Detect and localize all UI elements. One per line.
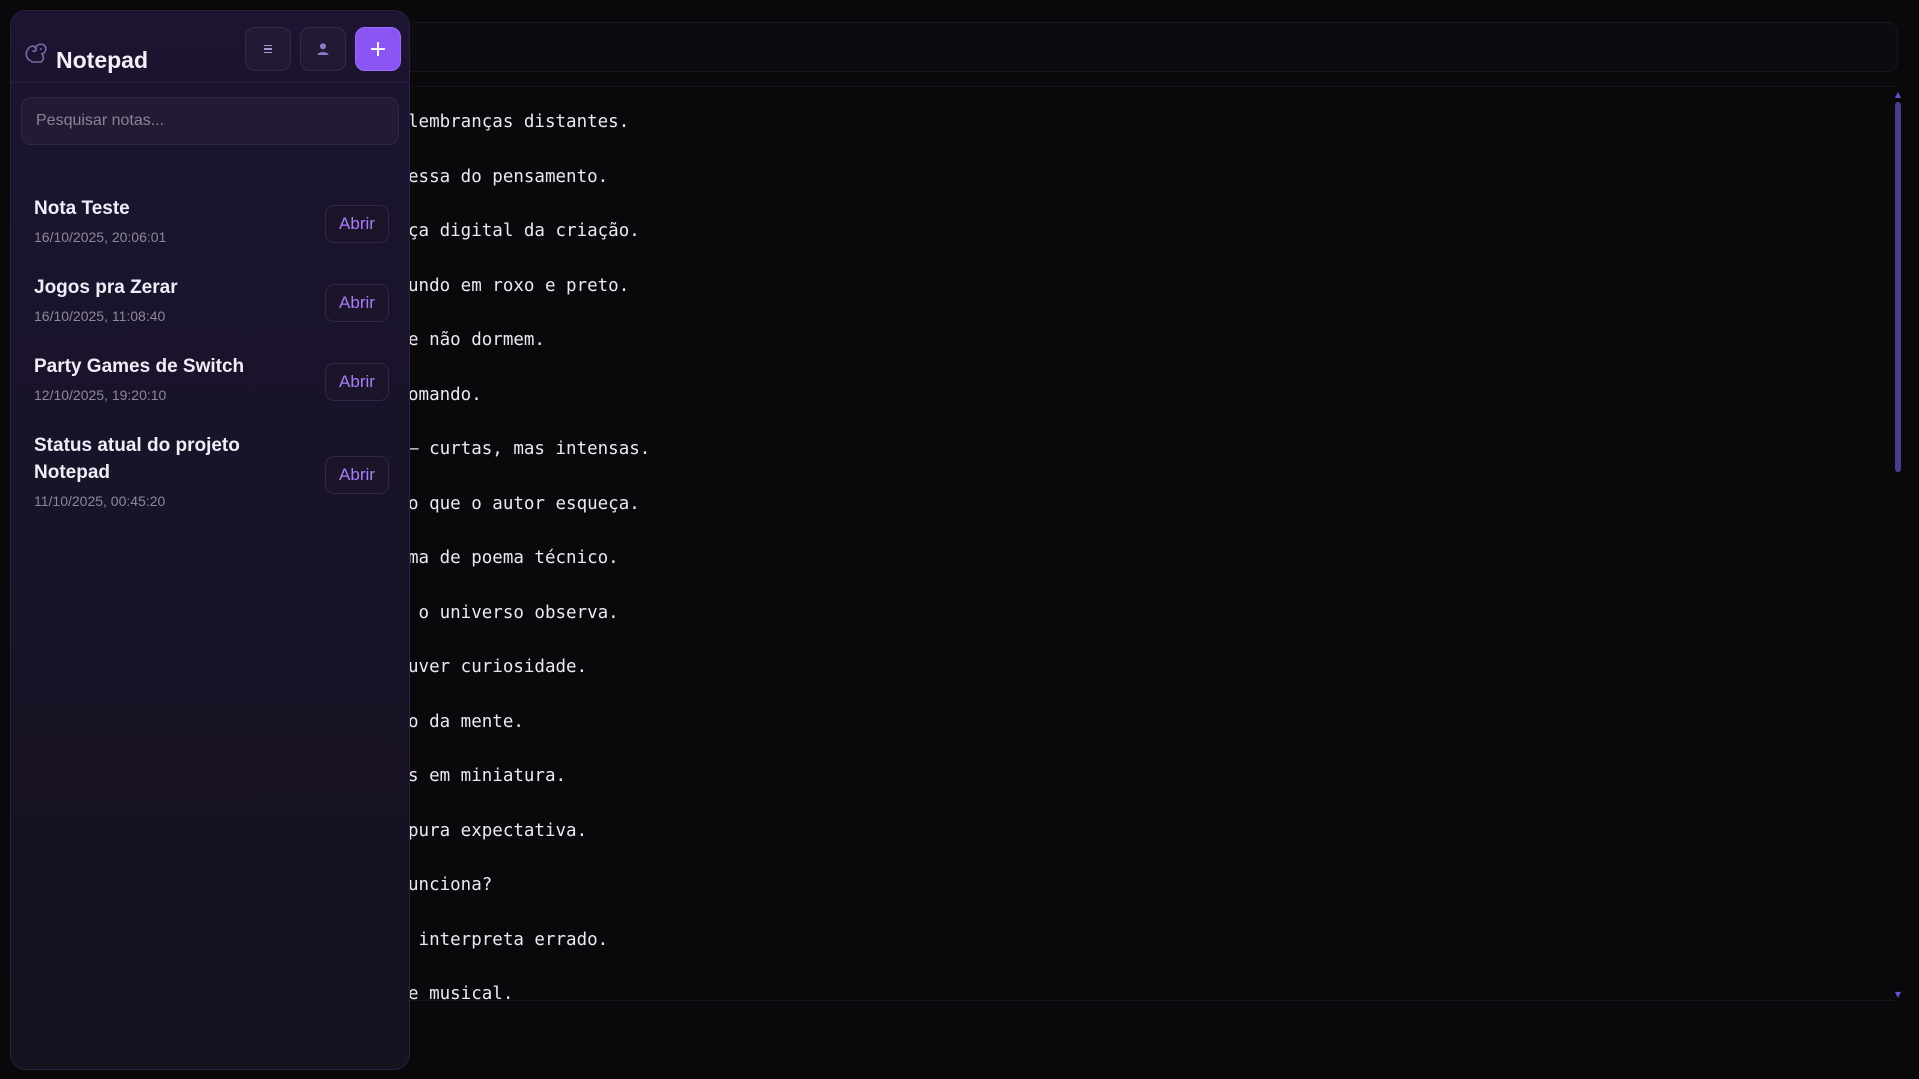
note-date: 11/10/2025, 00:45:20: [34, 493, 166, 509]
squirrel-logo-icon: [25, 43, 47, 63]
open-note-button[interactable]: Abrir: [325, 284, 389, 322]
user-button[interactable]: [300, 27, 346, 71]
note-title: Status atual do projeto Notepad: [34, 435, 240, 483]
editor-line: essa do pensamento.: [408, 166, 609, 187]
editor-line: unciona?: [408, 875, 493, 895]
editor-line: ma de poema técnico.: [408, 548, 619, 568]
user-icon: [317, 43, 329, 55]
note-title: Party Games de Switch: [34, 356, 245, 377]
editor-line: o que o autor esqueça.: [408, 493, 640, 514]
scroll-thumb[interactable]: [1895, 102, 1901, 472]
sidebar-header: Notepad +: [11, 11, 409, 83]
editor-line: s em miniatura.: [408, 766, 567, 786]
app-title: Notepad: [56, 47, 148, 73]
editor-text: lembranças distantes. essa do pensamento.…: [408, 107, 651, 1001]
editor-line: e não dormem.: [408, 330, 545, 350]
editor-line: omando.: [408, 384, 482, 405]
editor-line: o da mente.: [408, 711, 524, 732]
scroll-down-icon[interactable]: ▼: [1893, 990, 1903, 1000]
note-title: Jogos pra Zerar: [34, 277, 178, 298]
editor-line: — curtas, mas intensas.: [408, 439, 651, 459]
editor-line: e musical.: [408, 984, 514, 1001]
add-note-button[interactable]: +: [355, 27, 401, 71]
editor-line: undo em roxo e preto.: [408, 275, 630, 296]
menu-button[interactable]: [245, 27, 291, 71]
plus-icon: +: [368, 36, 388, 62]
open-note-button[interactable]: Abrir: [325, 205, 389, 243]
note-date: 12/10/2025, 19:20:10: [34, 387, 167, 403]
open-note-button[interactable]: Abrir: [325, 456, 389, 494]
note-editor[interactable]: lembranças distantes. essa do pensamento.…: [340, 86, 1898, 1001]
open-note-button[interactable]: Abrir: [325, 363, 389, 401]
editor-line: lembranças distantes.: [408, 112, 630, 132]
menu-icon: [264, 44, 272, 54]
scroll-up-icon[interactable]: ▲: [1893, 90, 1903, 100]
editor-line: uver curiosidade.: [408, 657, 588, 677]
sidebar: Notepad + Nota Teste 16/10/2025, 20:06:0…: [10, 10, 410, 1070]
editor-line: pura expectativa.: [408, 820, 588, 841]
editor-line: interpreta errado.: [408, 929, 609, 950]
note-date: 16/10/2025, 11:08:40: [34, 308, 166, 324]
editor-line: o universo observa.: [408, 602, 619, 623]
editor-title-bar[interactable]: [360, 22, 1898, 72]
note-date: 16/10/2025, 20:06:01: [34, 229, 167, 245]
search-input[interactable]: [21, 97, 399, 145]
note-title: Nota Teste: [34, 198, 130, 219]
editor-scrollbar[interactable]: ▲ ▼: [1893, 90, 1903, 1000]
editor-line: ça digital da criação.: [408, 221, 640, 241]
